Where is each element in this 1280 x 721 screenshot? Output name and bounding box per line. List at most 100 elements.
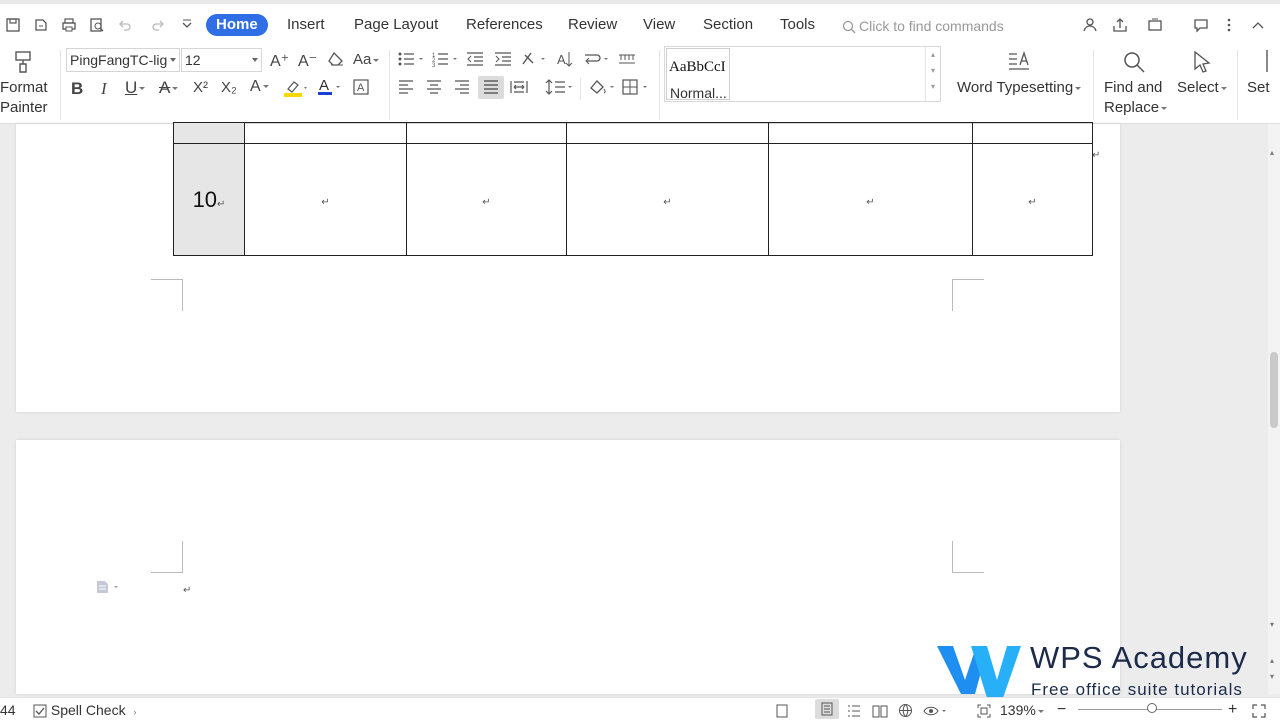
print-icon[interactable]	[61, 17, 77, 33]
underline-icon[interactable]: U	[125, 78, 146, 98]
outline-view-icon[interactable]	[847, 701, 861, 719]
tab-insert[interactable]: Insert	[287, 14, 325, 36]
next-page-icon[interactable]: ▾	[1270, 672, 1274, 681]
scroll-thumb[interactable]	[1270, 352, 1278, 428]
distribute-icon[interactable]	[510, 79, 528, 95]
select-cursor-icon[interactable]	[1191, 50, 1213, 74]
table-cell[interactable]: 10↵	[173, 143, 245, 256]
table-cell[interactable]	[768, 122, 973, 144]
numbering-icon[interactable]: 123	[432, 51, 460, 67]
text-direction-icon[interactable]	[521, 50, 549, 68]
save-icon[interactable]	[5, 17, 21, 33]
zoom-level-select[interactable]: 139%	[1000, 701, 1044, 719]
more-options-icon[interactable]	[1220, 16, 1238, 34]
italic-icon[interactable]: I	[101, 79, 107, 99]
highlight-color-icon[interactable]	[283, 79, 309, 97]
clear-format-icon[interactable]	[327, 51, 345, 67]
character-border-icon[interactable]: A	[353, 79, 369, 95]
tab-review[interactable]: Review	[568, 14, 617, 36]
font-name-select[interactable]: PingFangTC-lig	[66, 48, 180, 72]
align-right-icon[interactable]	[454, 80, 470, 94]
bullets-icon[interactable]	[398, 51, 426, 67]
select-button[interactable]: Select	[1177, 78, 1227, 98]
document-view-icon[interactable]	[775, 701, 789, 719]
zoom-in-icon[interactable]: +	[1228, 701, 1237, 719]
increase-indent-icon[interactable]	[494, 51, 512, 67]
decrease-indent-icon[interactable]	[466, 51, 484, 67]
increase-font-icon[interactable]: A⁺	[270, 51, 289, 71]
paragraph-options-icon[interactable]	[96, 580, 122, 597]
find-replace-icon[interactable]	[1122, 50, 1146, 74]
command-search[interactable]: Click to find commands	[842, 15, 1004, 37]
table-cell[interactable]: ↵	[566, 143, 769, 256]
format-painter-icon[interactable]	[12, 50, 34, 74]
line-break-icon[interactable]	[583, 51, 611, 67]
bold-icon[interactable]: B	[71, 79, 83, 99]
table-cell[interactable]: ↵	[972, 143, 1093, 256]
print-preview-icon[interactable]	[89, 17, 105, 33]
scroll-down-icon[interactable]: ▾	[1270, 620, 1274, 629]
tab-references[interactable]: References	[466, 14, 543, 36]
style-normal-tile[interactable]: AaBbCcI Normal...	[666, 48, 730, 101]
table-cell[interactable]	[972, 122, 1093, 144]
subscript-icon[interactable]: X₂	[221, 79, 237, 96]
eye-protection-icon[interactable]	[923, 701, 949, 719]
gallery-scroll[interactable]: ▴ ▾ ▾	[925, 47, 940, 101]
share-icon[interactable]	[1111, 16, 1129, 34]
tab-page-layout[interactable]: Page Layout	[354, 14, 438, 36]
tab-home[interactable]: Home	[206, 14, 268, 36]
shading-icon[interactable]	[588, 78, 618, 96]
find-replace-button[interactable]: Find and Replace	[1104, 78, 1168, 118]
table-cell[interactable]	[173, 122, 245, 144]
font-color-icon[interactable]: A	[317, 77, 343, 97]
table-cell[interactable]	[406, 122, 567, 144]
tab-section[interactable]: Section	[703, 14, 753, 36]
sort-icon[interactable]: A	[556, 50, 574, 68]
borders-icon[interactable]	[622, 79, 652, 95]
tab-view[interactable]: View	[643, 14, 675, 36]
settings-icon[interactable]	[1266, 50, 1268, 72]
align-left-icon[interactable]	[398, 80, 414, 94]
table-cell[interactable]: ↵	[244, 143, 407, 256]
font-size-select[interactable]: 12	[181, 48, 262, 72]
strikethrough-icon[interactable]: A	[159, 78, 179, 98]
align-center-icon[interactable]	[426, 80, 442, 94]
text-effects-icon[interactable]: A	[250, 78, 269, 96]
line-spacing-icon[interactable]	[545, 78, 575, 96]
customize-toolbar-icon[interactable]	[179, 17, 195, 33]
format-painter-button[interactable]: Format Painter	[0, 78, 48, 118]
word-typesetting-button[interactable]: Word Typesetting	[957, 78, 1082, 98]
zoom-out-icon[interactable]: −	[1057, 701, 1066, 719]
superscript-icon[interactable]: X²	[193, 79, 208, 96]
page-view-icon[interactable]	[815, 699, 839, 719]
web-view-icon[interactable]	[898, 701, 913, 719]
table-cell[interactable]: ↵	[406, 143, 567, 256]
fit-page-icon[interactable]	[977, 701, 991, 719]
table-cell[interactable]	[244, 122, 407, 144]
collapse-ribbon-icon[interactable]	[1249, 16, 1267, 34]
table-cell[interactable]: ↵	[768, 143, 973, 256]
redo-icon[interactable]	[150, 17, 166, 33]
fullscreen-icon[interactable]	[1252, 701, 1266, 719]
settings-button[interactable]: Set	[1247, 78, 1270, 98]
ribbon: Format Painter PingFangTC-lig 12 A⁺ A⁻ A…	[0, 46, 1280, 124]
sync-icon[interactable]	[1146, 16, 1164, 34]
justify-icon[interactable]	[478, 76, 504, 99]
comment-icon[interactable]	[1192, 16, 1210, 34]
tab-tools[interactable]: Tools	[780, 14, 815, 36]
word-typesetting-icon[interactable]	[1007, 50, 1031, 74]
decrease-font-icon[interactable]: A⁻	[298, 51, 317, 71]
change-case-icon[interactable]: Aa	[353, 51, 380, 68]
collaborate-icon[interactable]	[1081, 16, 1099, 34]
divider	[580, 78, 581, 100]
zoom-slider-handle[interactable]	[1147, 703, 1157, 713]
table-cell[interactable]	[566, 122, 769, 144]
spell-check-button[interactable]: Spell Check ›	[33, 701, 136, 719]
undo-icon[interactable]	[117, 17, 133, 33]
reading-view-icon[interactable]	[872, 701, 888, 719]
show-hide-marks-icon[interactable]	[618, 51, 636, 67]
output-pdf-icon[interactable]	[33, 17, 49, 33]
vertical-scrollbar[interactable]: ▴ ▾ ▴ ▾	[1268, 124, 1280, 694]
prev-page-icon[interactable]: ▴	[1270, 656, 1274, 665]
scroll-up-icon[interactable]: ▴	[1270, 148, 1274, 157]
